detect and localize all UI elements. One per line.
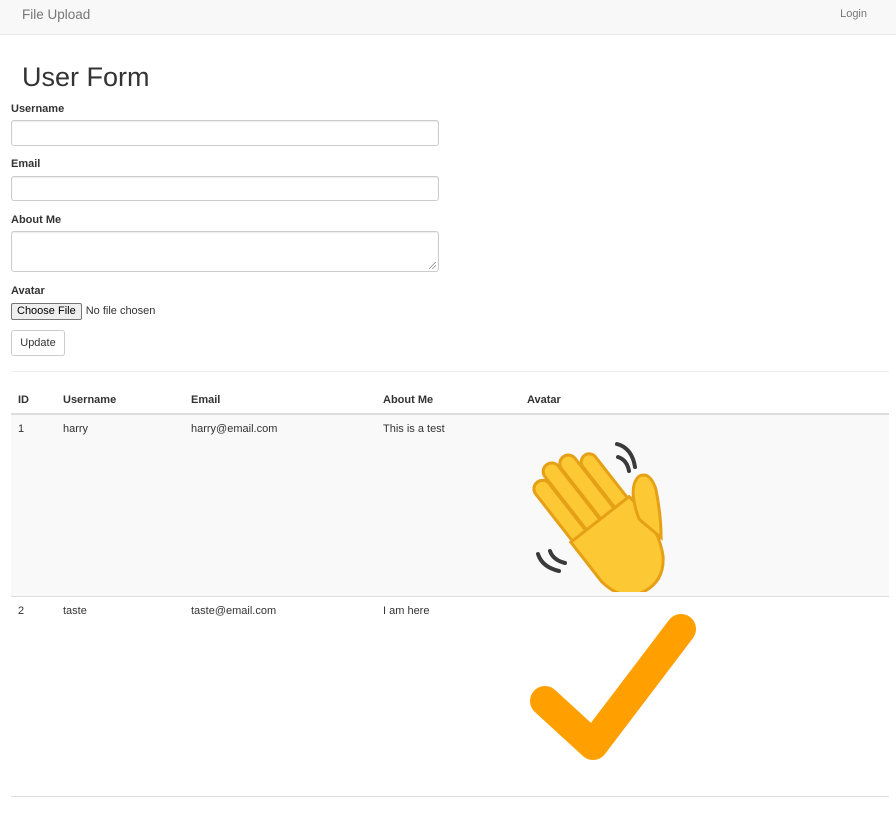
username-input[interactable] [11,120,439,146]
username-label: Username [11,103,65,115]
header-avatar: Avatar [527,394,561,406]
avatar-file-input: Choose File No file chosen [11,302,155,320]
table-row: 2 taste taste@email.com I am here [11,597,889,797]
cell-id: 2 [18,605,25,617]
cell-id: 1 [18,423,25,435]
waving-hand-icon [532,442,665,592]
choose-file-button[interactable]: Choose File [11,302,82,320]
file-status: No file chosen [85,305,156,317]
table-row: 1 harry harry@email.com This is a test [11,415,889,597]
users-table: ID Username Email About Me Avatar 1 harr… [11,389,889,797]
about-me-textarea[interactable] [11,231,439,272]
navbar-brand[interactable]: File Upload [22,7,90,22]
update-button[interactable]: Update [11,330,65,356]
table-header: ID Username Email About Me Avatar [11,389,889,415]
avatar-label: Avatar [11,285,45,297]
cell-email: harry@email.com [191,423,278,435]
page-title: User Form [22,62,150,92]
email-input[interactable] [11,176,439,201]
header-username: Username [63,394,117,406]
about-me-label: About Me [11,214,62,226]
cell-about-me: This is a test [383,423,445,435]
cell-email: taste@email.com [191,605,277,617]
check-mark-icon [530,614,696,760]
resize-grip-icon[interactable] [429,262,436,269]
cell-username: taste [63,605,87,617]
header-email: Email [191,394,221,406]
cell-username: harry [63,423,89,435]
login-link[interactable]: Login [840,8,867,20]
divider [11,371,889,372]
cell-about-me: I am here [383,605,430,617]
email-label: Email [11,158,41,170]
header-about-me: About Me [383,394,434,406]
header-id: ID [18,394,29,406]
navbar: File Upload Login [0,0,896,35]
